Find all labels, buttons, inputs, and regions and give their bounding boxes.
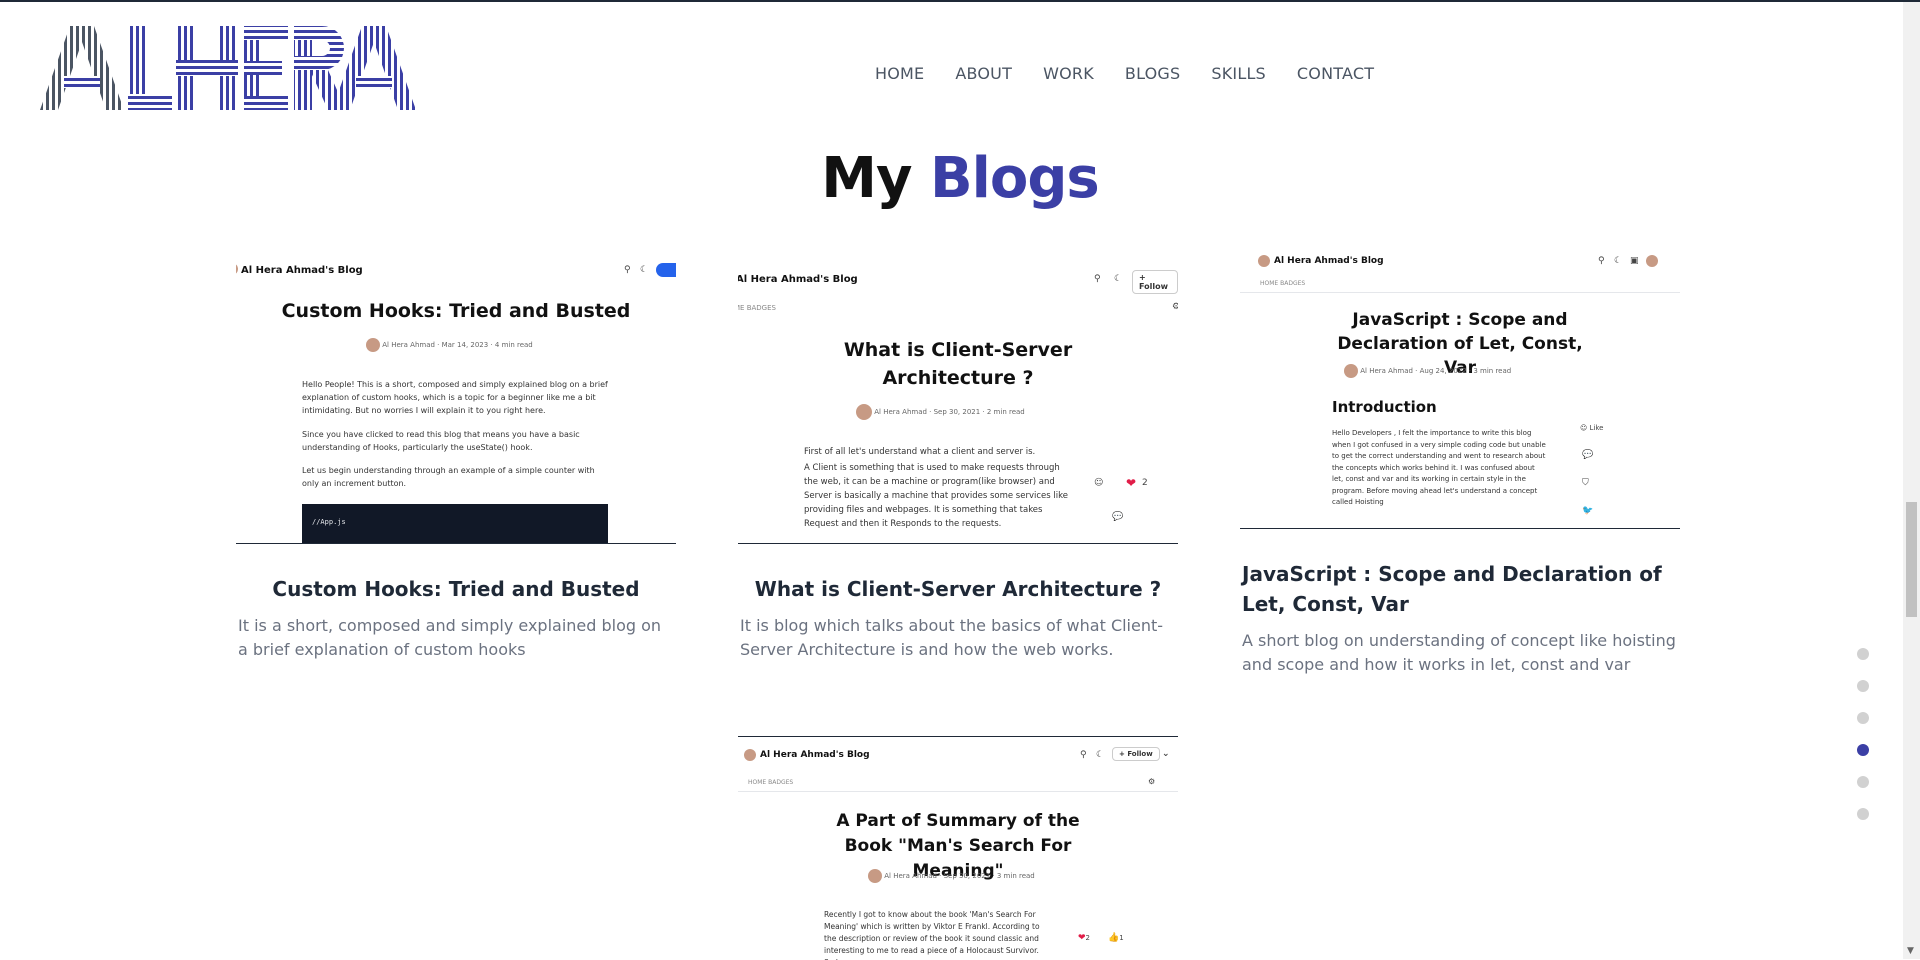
nav-home[interactable]: HOME [875,64,924,83]
blog-paragraph: Let us begin understanding through an ex… [302,466,595,488]
avatar [744,749,756,761]
settings-icon: ⚙ [1148,777,1156,786]
search-icon: ⚲ [1598,256,1605,266]
blog-header: Al Hera Ahmad's Blog ⚲ ☾ + Follow [738,260,1178,294]
blog-tabs: HOME BADGES [1260,280,1306,287]
blog-paragraph: First of all let's understand what a cli… [804,447,1036,457]
like-button: ☺ Like [1580,424,1604,432]
scrollbar-thumb[interactable] [1906,502,1917,617]
chevron-down-icon: ⌄ [1162,749,1170,759]
blog-card-1-title[interactable]: Custom Hooks: Tried and Busted [238,574,674,604]
search-icon: ⚲ [624,265,631,275]
site-logo[interactable] [40,24,416,112]
blog-tabs: HOME BADGES [748,779,794,786]
nav-work[interactable]: WORK [1043,64,1094,83]
clap-count: 1 [1119,934,1124,942]
comment-icon: 💬 [1112,512,1124,522]
clap-icon: 👍1 [1108,933,1124,943]
avatar [1258,255,1270,267]
blog-name: Al Hera Ahmad's Blog [1274,256,1384,266]
main-nav: HOME ABOUT WORK BLOGS SKILLS CONTACT [875,64,1374,83]
blog-card-4-screenshot[interactable]: Al Hera Ahmad's Blog ⚲ ☾ + Follow ⌄ HOME… [738,736,1178,960]
blog-meta: Al Hera Ahmad · Mar 14, 2023 · 4 min rea… [382,341,533,349]
blog-paragraph: Hello People! This is a short, composed … [302,380,608,415]
section-title: My Blogs [0,146,1920,211]
code-text: //App.js [312,518,346,526]
blog-card-1-description: It is a short, composed and simply expla… [238,616,662,659]
page-scrollbar[interactable]: ▼ [1903,2,1920,959]
blog-name: Al Hera Ahmad's Blog [738,274,858,285]
like-label: Like [1589,424,1604,432]
heart-icon: ❤2 [1078,933,1091,943]
blog-meta: Al Hera Ahmad · Sep 30, 2021 · 3 min rea… [884,872,1035,880]
follow-label: Follow [1139,282,1169,291]
bookmark-icon: ⛉ [1582,478,1589,488]
blog-heading: Introduction [1332,398,1437,416]
blog-action-pill [656,263,676,277]
avatar [236,263,238,275]
blog-paragraph: Hello Developers , I felt the importance… [1332,429,1546,506]
blog-card-2-description: It is blog which talks about the basics … [740,616,1164,659]
bag-icon: ▣ [1630,256,1639,266]
dot-nav-item[interactable] [1857,680,1869,692]
blog-name: Al Hera Ahmad's Blog [241,265,363,276]
blog-paragraph: A Client is something that is used to ma… [804,463,1068,529]
comment-icon: 💬 [1582,450,1594,460]
nav-about[interactable]: ABOUT [955,64,1012,83]
settings-icon: ⚙ [1172,302,1178,312]
section-dot-nav [1857,648,1869,840]
nav-blogs[interactable]: BLOGS [1125,64,1180,83]
search-icon: ⚲ [1080,750,1087,760]
like-count: 2 [1085,934,1091,942]
author-avatar [366,338,380,352]
user-avatar [1646,255,1658,267]
follow-label: Follow [1127,750,1153,758]
blog-paragraph: Since you have clicked to read this blog… [302,430,580,452]
blog-card-2-screenshot[interactable]: Al Hera Ahmad's Blog ⚲ ☾ + Follow ME BAD… [738,260,1178,544]
moon-icon: ☾ [1614,256,1623,266]
blog-post-title: What is Client-Server Architecture ? [843,339,1073,389]
dot-nav-item[interactable] [1857,712,1869,724]
dot-nav-item[interactable] [1857,776,1869,788]
blog-post-title: Custom Hooks: Tried and Busted [281,300,631,322]
blog-name: Al Hera Ahmad's Blog [760,750,870,760]
twitter-icon: 🐦 [1582,506,1594,516]
moon-icon: ☾ [1114,274,1123,284]
blog-tabs: ME BADGES [738,304,776,312]
author-avatar [868,869,882,883]
code-block: //App.js [302,504,608,543]
author-avatar [856,404,872,420]
like-count: 2 [1142,478,1148,488]
section-title-main: My [821,146,912,211]
blog-card-2-title[interactable]: What is Client-Server Architecture ? [740,574,1176,604]
blog-header: Al Hera Ahmad's Blog ⚲ ☾ [236,260,676,288]
blog-card-3-title[interactable]: JavaScript : Scope and Declaration of Le… [1242,559,1678,619]
blog-paragraph: Recently I got to know about the book 'M… [824,910,1040,960]
author-avatar [1344,364,1358,378]
section-title-accent: Blogs [929,146,1100,211]
nav-skills[interactable]: SKILLS [1211,64,1266,83]
dot-nav-item[interactable] [1857,648,1869,660]
moon-icon: ☾ [640,265,649,275]
follow-button: + Follow [1132,270,1178,294]
heart-icon: ❤ [1126,476,1137,490]
blog-card-3-description: A short blog on understanding of concept… [1242,631,1676,674]
dot-nav-item-active[interactable] [1857,744,1869,756]
blog-header: Al Hera Ahmad's Blog ⚲ ☾ ▣ [1240,250,1680,278]
blog-meta: Al Hera Ahmad · Sep 30, 2021 · 2 min rea… [874,408,1025,416]
tab-divider [738,791,1178,792]
blog-meta: Al Hera Ahmad · Aug 24, 2022 · 3 min rea… [1360,367,1512,375]
dot-nav-item[interactable] [1857,808,1869,820]
blog-card-3-screenshot[interactable]: Al Hera Ahmad's Blog ⚲ ☾ ▣ HOME BADGES J… [1240,250,1680,529]
search-icon: ⚲ [1094,274,1101,284]
tab-divider [1240,292,1680,293]
follow-button: + Follow [1112,747,1160,761]
moon-icon: ☾ [1096,750,1105,760]
nav-contact[interactable]: CONTACT [1297,64,1374,83]
scroll-down-arrow-icon[interactable]: ▼ [1907,946,1914,956]
blog-card-1-screenshot[interactable]: Al Hera Ahmad's Blog ⚲ ☾ Custom Hooks: T… [236,260,676,544]
reaction-icon: ☺ [1094,478,1104,488]
blog-header: Al Hera Ahmad's Blog ⚲ ☾ + Follow ⌄ [738,737,1178,765]
